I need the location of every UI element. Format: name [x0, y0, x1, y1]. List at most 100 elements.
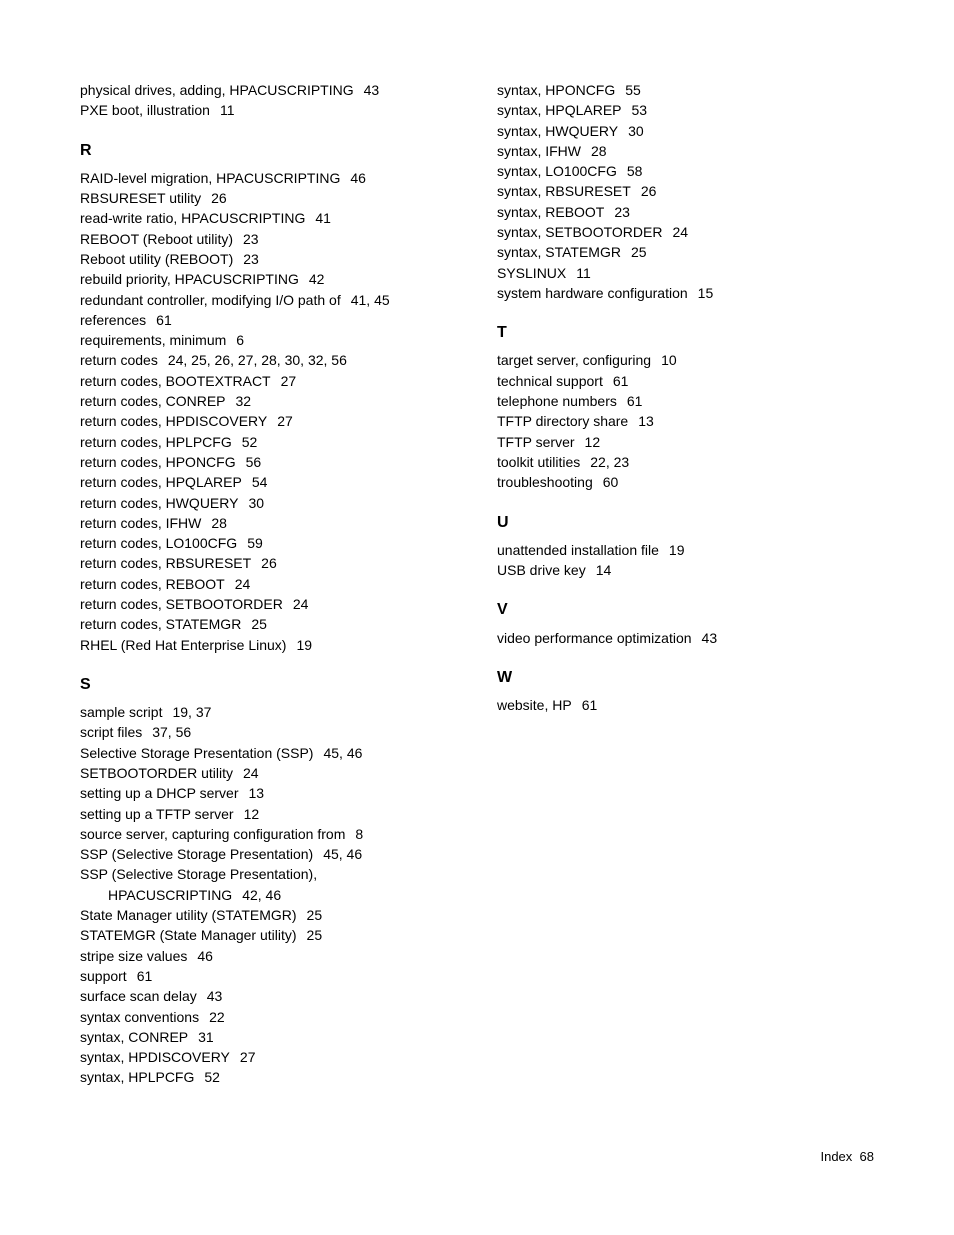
entry-text: syntax conventions [80, 1009, 199, 1025]
index-entry: website, HP61 [497, 695, 874, 715]
entry-pages: 30 [248, 495, 264, 511]
entry-text: sample script [80, 704, 162, 720]
entry-pages: 42, 46 [242, 887, 281, 903]
entry-text: syntax, HPLPCFG [80, 1069, 194, 1085]
entry-text: SSP (Selective Storage Presentation) [80, 846, 313, 862]
entry-pages: 14 [596, 562, 612, 578]
entry-pages: 52 [204, 1069, 220, 1085]
entry-pages: 58 [627, 163, 643, 179]
index-entry: SSP (Selective Storage Presentation) 45, … [80, 844, 457, 864]
index-entry: physical drives, adding, HPACUSCRIPTING4… [80, 80, 457, 100]
entry-text: stripe size values [80, 948, 187, 964]
entry-pages: 54 [252, 474, 268, 490]
entry-text: physical drives, adding, HPACUSCRIPTING [80, 82, 354, 98]
entry-pages: 13 [248, 785, 264, 801]
index-entry: syntax, HPQLAREP53 [497, 100, 874, 120]
index-entry: read-write ratio, HPACUSCRIPTING41 [80, 208, 457, 228]
index-entry: Reboot utility (REBOOT)23 [80, 249, 457, 269]
entry-text: Reboot utility (REBOOT) [80, 251, 233, 267]
entry-text: return codes, SETBOOTORDER [80, 596, 283, 612]
entry-text: HPACUSCRIPTING [108, 887, 232, 903]
entry-pages: 61 [156, 312, 172, 328]
index-entry: support61 [80, 966, 457, 986]
entry-pages: 24, 25, 26, 27, 28, 30, 32, 56 [168, 352, 347, 368]
entry-text: troubleshooting [497, 474, 593, 490]
entry-text: USB drive key [497, 562, 586, 578]
entry-text: return codes, HPDISCOVERY [80, 413, 267, 429]
index-entry: return codes, HWQUERY30 [80, 493, 457, 513]
entry-text: SETBOOTORDER utility [80, 765, 233, 781]
entry-text: return codes, BOOTEXTRACT [80, 373, 271, 389]
index-entry: return codes, HPDISCOVERY 27 [80, 411, 457, 431]
index-entry: syntax, SETBOOTORDER24 [497, 222, 874, 242]
footer-page: 68 [860, 1149, 874, 1164]
entry-text: setting up a TFTP server [80, 806, 234, 822]
entry-pages: 31 [198, 1029, 214, 1045]
index-entry: HPACUSCRIPTING 42, 46 [80, 885, 457, 905]
right-column: syntax, HPONCFG55syntax, HPQLAREP53synta… [497, 80, 874, 1088]
entry-pages: 52 [242, 434, 258, 450]
section-heading: S [80, 673, 457, 696]
entry-pages: 12 [585, 434, 601, 450]
index-entry: return codes, SETBOOTORDER 24 [80, 594, 457, 614]
entry-text: return codes, IFHW [80, 515, 201, 531]
index-entry: State Manager utility (STATEMGR) 25 [80, 905, 457, 925]
entry-text: syntax, HPDISCOVERY [80, 1049, 230, 1065]
entry-text: return codes, RBSURESET [80, 555, 251, 571]
entry-pages: 10 [661, 352, 677, 368]
entry-text: video performance optimization [497, 630, 692, 646]
entry-text: REBOOT (Reboot utility) [80, 231, 233, 247]
entry-pages: 25 [631, 244, 647, 260]
entry-pages: 24 [293, 596, 309, 612]
index-entry: video performance optimization43 [497, 628, 874, 648]
index-entry: syntax, CONREP31 [80, 1027, 457, 1047]
entry-pages: 45, 46 [323, 846, 362, 862]
index-entry: syntax, IFHW28 [497, 141, 874, 161]
entry-pages: 41, 45 [351, 292, 390, 308]
entry-text: return codes, REBOOT [80, 576, 225, 592]
entry-pages: 25 [307, 907, 323, 923]
entry-pages: 24 [672, 224, 688, 240]
index-entry: syntax, HPONCFG 55 [497, 80, 874, 100]
entry-pages: 27 [277, 413, 293, 429]
entry-pages: 61 [582, 697, 598, 713]
index-entry: rebuild priority, HPACUSCRIPTING42 [80, 269, 457, 289]
entry-text: rebuild priority, HPACUSCRIPTING [80, 271, 299, 287]
entry-pages: 32 [236, 393, 252, 409]
entry-pages: 27 [281, 373, 297, 389]
entry-text: setting up a DHCP server [80, 785, 238, 801]
entry-pages: 46 [197, 948, 213, 964]
entry-pages: 56 [246, 454, 262, 470]
index-entry: TFTP server12 [497, 432, 874, 452]
index-entry: SYSLINUX11 [497, 263, 874, 283]
index-entry: return codes, BOOTEXTRACT 27 [80, 371, 457, 391]
index-entry: RBSURESET utility26 [80, 188, 457, 208]
index-entry: syntax, STATEMGR25 [497, 242, 874, 262]
entry-text: syntax, HPONCFG [497, 82, 615, 98]
footer-label: Index [820, 1149, 852, 1164]
entry-text: TFTP directory share [497, 413, 628, 429]
index-entry: target server, configuring10 [497, 350, 874, 370]
index-entry: stripe size values 46 [80, 946, 457, 966]
entry-pages: 6 [236, 332, 244, 348]
index-entry: unattended installation file19 [497, 540, 874, 560]
entry-pages: 55 [625, 82, 641, 98]
index-entry: source server, capturing configuration f… [80, 824, 457, 844]
index-entry: SETBOOTORDER utility24 [80, 763, 457, 783]
entry-pages: 28 [211, 515, 227, 531]
index-entry: REBOOT (Reboot utility)23 [80, 229, 457, 249]
index-entry: return codes, STATEMGR25 [80, 614, 457, 634]
index-entry: syntax conventions22 [80, 1007, 457, 1027]
entry-pages: 45, 46 [323, 745, 362, 761]
index-entry: technical support61 [497, 371, 874, 391]
entry-text: system hardware configuration [497, 285, 688, 301]
index-entry: syntax, HPLPCFG 52 [80, 1067, 457, 1087]
entry-text: SSP (Selective Storage Presentation), [80, 866, 317, 882]
entry-pages: 27 [240, 1049, 256, 1065]
entry-pages: 22, 23 [590, 454, 629, 470]
entry-text: State Manager utility (STATEMGR) [80, 907, 297, 923]
section-heading: W [497, 666, 874, 689]
entry-text: syntax, LO100CFG [497, 163, 617, 179]
entry-pages: 26 [261, 555, 277, 571]
entry-text: source server, capturing configuration f… [80, 826, 345, 842]
